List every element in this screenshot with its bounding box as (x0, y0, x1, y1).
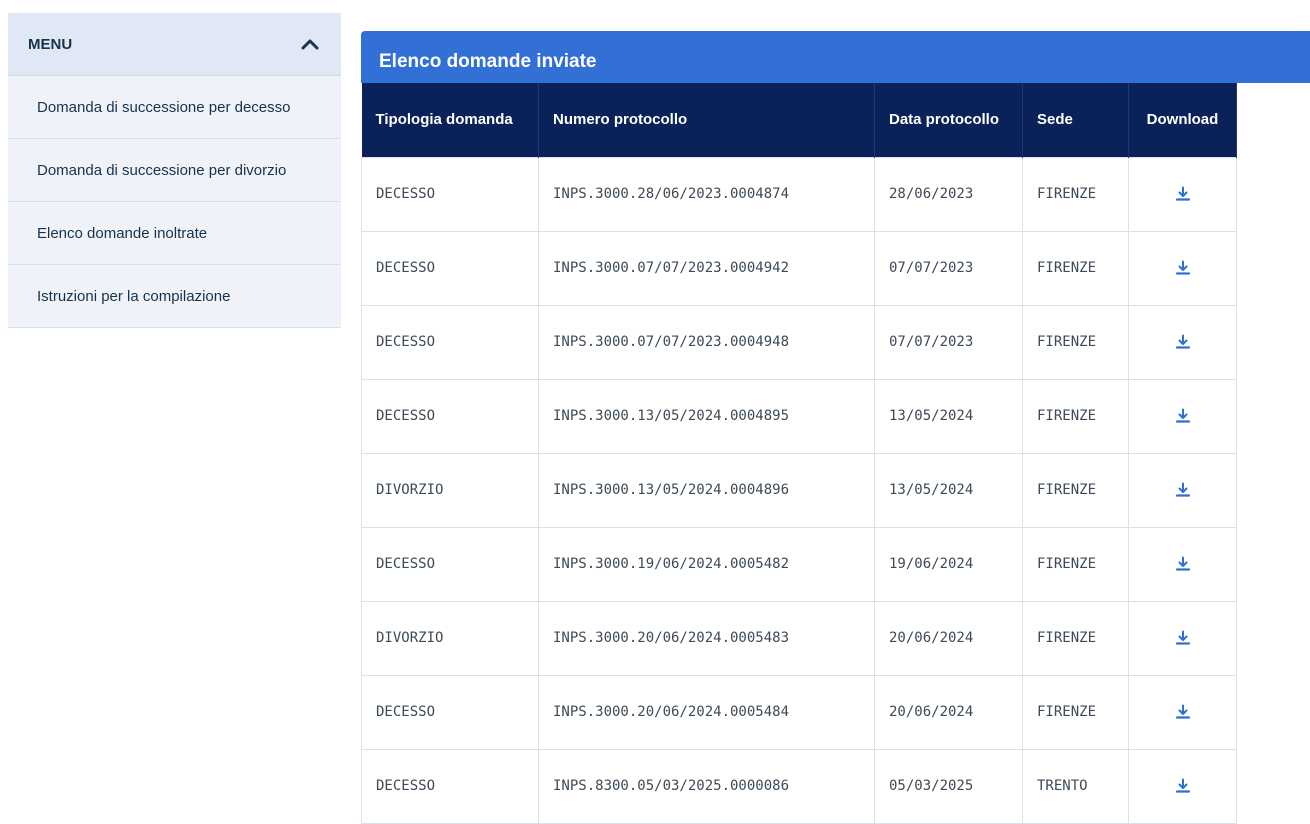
cell-sede: FIRENZE (1022, 304, 1129, 380)
cell-download (1128, 748, 1237, 824)
cell-download (1128, 526, 1237, 602)
cell-tipologia: DIVORZIO (361, 600, 539, 676)
cell-sede: FIRENZE (1022, 600, 1129, 676)
cell-data-protocollo: 13/05/2024 (874, 378, 1023, 454)
download-icon[interactable] (1171, 626, 1195, 650)
panel-title: Elenco domande inviate (361, 31, 1310, 83)
cell-download (1128, 230, 1237, 306)
cell-numero-protocollo: INPS.3000.28/06/2023.0004874 (538, 156, 875, 232)
menu-item-istruzioni[interactable]: Istruzioni per la compilazione (8, 265, 341, 328)
menu-item-domanda-divorzio[interactable]: Domanda di successione per divorzio (8, 139, 341, 202)
domande-panel: Elenco domande inviate Tipologia domanda… (361, 31, 1310, 824)
cell-data-protocollo: 07/07/2023 (874, 230, 1023, 306)
header-numero-protocollo: Numero protocollo (538, 83, 875, 157)
download-icon[interactable] (1171, 700, 1195, 724)
menu-item-label: Domanda di successione per decesso (37, 98, 291, 116)
cell-download (1128, 600, 1237, 676)
download-icon[interactable] (1171, 478, 1195, 502)
cell-data-protocollo: 20/06/2024 (874, 674, 1023, 750)
cell-numero-protocollo: INPS.3000.07/07/2023.0004948 (538, 304, 875, 380)
menu-header[interactable]: MENU (8, 13, 341, 76)
table-row: DECESSO INPS.3000.07/07/2023.0004942 07/07… (361, 230, 1237, 306)
cell-tipologia: DIVORZIO (361, 452, 539, 528)
cell-data-protocollo: 07/07/2023 (874, 304, 1023, 380)
cell-tipologia: DECESSO (361, 748, 539, 824)
cell-data-protocollo: 20/06/2024 (874, 600, 1023, 676)
cell-numero-protocollo: INPS.3000.13/05/2024.0004895 (538, 378, 875, 454)
menu-item-label: Domanda di successione per divorzio (37, 161, 287, 179)
download-icon[interactable] (1171, 404, 1195, 428)
cell-tipologia: DECESSO (361, 378, 539, 454)
cell-numero-protocollo: INPS.3000.13/05/2024.0004896 (538, 452, 875, 528)
sidebar-menu: MENU Domanda di successione per decesso … (8, 13, 341, 328)
download-icon[interactable] (1171, 552, 1195, 576)
table-row: DECESSO INPS.3000.07/07/2023.0004948 07/07… (361, 304, 1237, 380)
cell-sede: FIRENZE (1022, 674, 1129, 750)
cell-sede: FIRENZE (1022, 526, 1129, 602)
menu-item-domanda-decesso[interactable]: Domanda di successione per decesso (8, 76, 341, 139)
header-tipologia: Tipologia domanda (361, 83, 539, 157)
table-row: DIVORZIO INPS.3000.13/05/2024.0004896 13/0… (361, 452, 1237, 528)
cell-download (1128, 452, 1237, 528)
cell-sede: FIRENZE (1022, 378, 1129, 454)
table-row: DECESSO INPS.8300.05/03/2025.0000086 05/03… (361, 748, 1237, 824)
menu-title: MENU (28, 35, 73, 53)
domande-table: Tipologia domanda Numero protocollo Data… (361, 83, 1237, 824)
cell-data-protocollo: 28/06/2023 (874, 156, 1023, 232)
cell-sede: TRENTO (1022, 748, 1129, 824)
cell-data-protocollo: 13/05/2024 (874, 452, 1023, 528)
cell-tipologia: DECESSO (361, 230, 539, 306)
table-row: DECESSO INPS.3000.20/06/2024.0005484 20/06… (361, 674, 1237, 750)
download-icon[interactable] (1171, 330, 1195, 354)
cell-sede: FIRENZE (1022, 452, 1129, 528)
cell-data-protocollo: 19/06/2024 (874, 526, 1023, 602)
menu-item-elenco-domande[interactable]: Elenco domande inoltrate (8, 202, 341, 265)
cell-numero-protocollo: INPS.3000.07/07/2023.0004942 (538, 230, 875, 306)
cell-sede: FIRENZE (1022, 230, 1129, 306)
cell-numero-protocollo: INPS.8300.05/03/2025.0000086 (538, 748, 875, 824)
cell-data-protocollo: 05/03/2025 (874, 748, 1023, 824)
header-sede: Sede (1022, 83, 1129, 157)
cell-numero-protocollo: INPS.3000.20/06/2024.0005483 (538, 600, 875, 676)
cell-numero-protocollo: INPS.3000.20/06/2024.0005484 (538, 674, 875, 750)
header-download: Download (1128, 83, 1237, 157)
table-row: DECESSO INPS.3000.19/06/2024.0005482 19/06… (361, 526, 1237, 602)
cell-sede: FIRENZE (1022, 156, 1129, 232)
cell-download (1128, 304, 1237, 380)
cell-tipologia: DECESSO (361, 156, 539, 232)
download-icon[interactable] (1171, 256, 1195, 280)
menu-item-label: Istruzioni per la compilazione (37, 287, 231, 305)
table-header-row: Tipologia domanda Numero protocollo Data… (361, 83, 1237, 157)
menu-item-label: Elenco domande inoltrate (37, 224, 208, 242)
cell-download (1128, 378, 1237, 454)
download-icon[interactable] (1171, 182, 1195, 206)
header-data-protocollo: Data protocollo (874, 83, 1023, 157)
download-icon[interactable] (1171, 774, 1195, 798)
chevron-up-icon[interactable] (299, 33, 321, 55)
table-row: DECESSO INPS.3000.28/06/2023.0004874 28/06… (361, 156, 1237, 232)
cell-download (1128, 674, 1237, 750)
cell-download (1128, 156, 1237, 232)
table-row: DIVORZIO INPS.3000.20/06/2024.0005483 20/0… (361, 600, 1237, 676)
cell-tipologia: DECESSO (361, 674, 539, 750)
cell-numero-protocollo: INPS.3000.19/06/2024.0005482 (538, 526, 875, 602)
cell-tipologia: DECESSO (361, 526, 539, 602)
table-row: DECESSO INPS.3000.13/05/2024.0004895 13/05… (361, 378, 1237, 454)
cell-tipologia: DECESSO (361, 304, 539, 380)
